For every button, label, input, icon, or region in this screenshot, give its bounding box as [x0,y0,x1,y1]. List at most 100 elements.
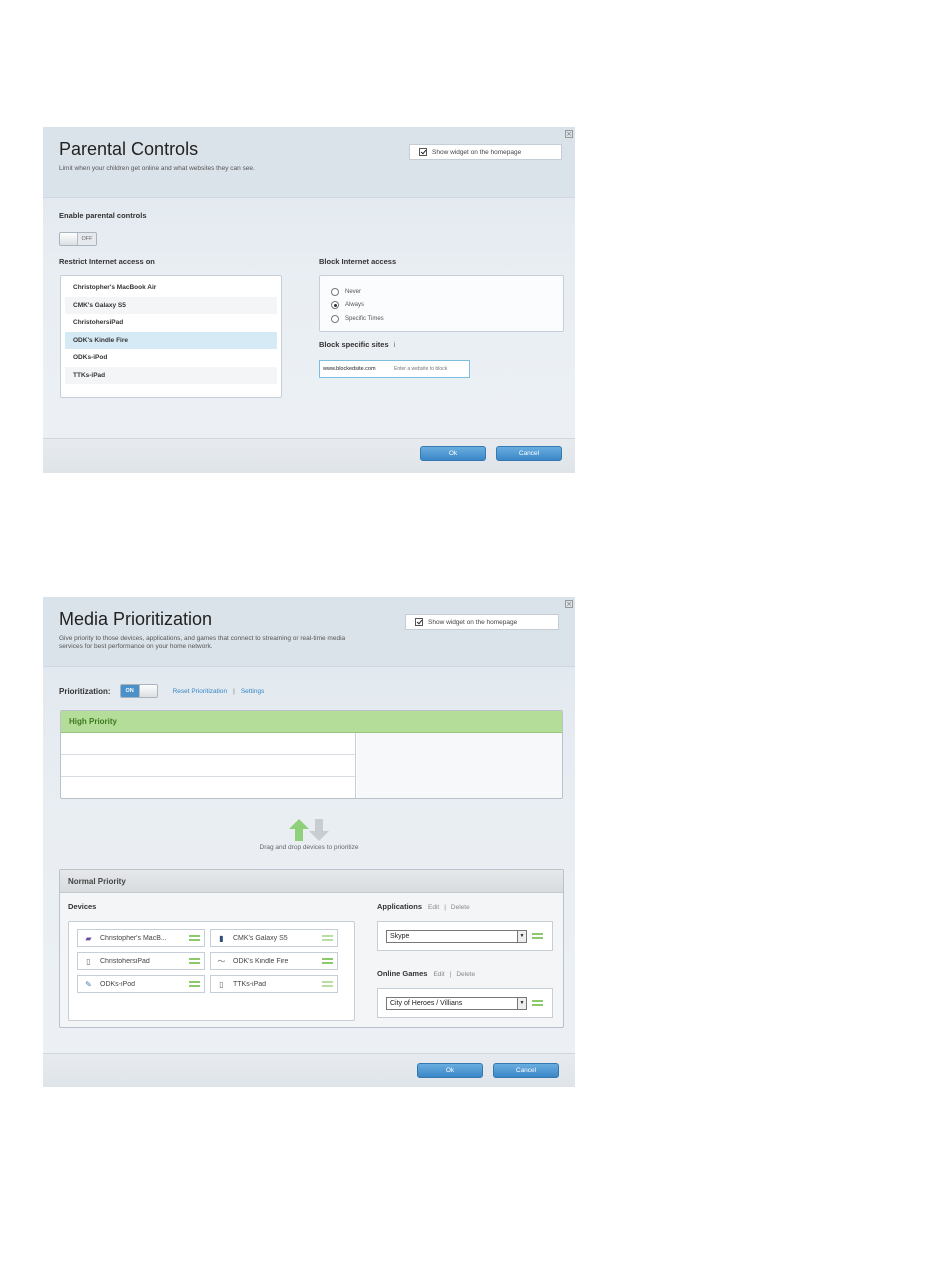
dropdown-arrow-icon[interactable]: ▼ [517,930,526,942]
radio-label: Never [345,288,362,295]
cancel-button[interactable]: Cancel [496,446,562,461]
priority-slot[interactable] [61,777,355,798]
cancel-button[interactable]: Cancel [493,1063,559,1078]
applications-label: Applications [377,902,423,911]
ok-button[interactable]: Ok [417,1063,483,1078]
device-chip[interactable]: 〜 ODK's Kindle Fire [210,952,338,970]
drag-handle-icon[interactable] [532,933,543,939]
device-item[interactable]: ODKs-iPod [65,349,277,367]
radio-label: Always [345,302,365,309]
toggle-knob [138,685,157,697]
drag-handle-icon[interactable] [189,935,200,941]
radio-label: Specific Times [345,315,384,322]
block-internet-access-label: Block Internet access [319,257,397,266]
radio-always[interactable] [331,301,339,310]
radio-option-specific-times[interactable]: Specific Times [331,312,563,326]
close-icon[interactable]: × [565,600,573,608]
device-name: CMK's Galaxy S5 [233,934,288,942]
block-access-options: Never Always Specific Times [319,275,564,332]
show-widget-checkbox[interactable] [419,148,427,156]
show-widget-option[interactable]: Show widget on the homepage [405,614,559,630]
devices-list: ▰ Christopher's MacB... ▮ CMK's Galaxy S… [68,921,355,1021]
high-priority-side-zone[interactable] [357,733,562,798]
toggle-state: OFF [81,236,93,242]
device-name: ODKs-iPod [100,980,136,988]
block-sites-text: Block specific sites [319,340,389,349]
kindle-icon: 〜 [217,956,226,966]
block-specific-sites-label: Block specific sites i [319,340,395,349]
device-item-selected[interactable]: ODK's Kindle Fire [65,331,277,349]
application-value: Skype [390,932,410,940]
link-separator: | [444,904,446,911]
priority-slot[interactable] [61,733,355,755]
drag-handle-icon[interactable] [322,981,333,987]
priority-slot[interactable] [61,755,355,777]
toggle-knob [60,233,78,245]
game-select[interactable]: City of Heroes / Villians ▼ [386,996,527,1010]
device-chip[interactable]: ▰ Christopher's MacB... [77,929,205,947]
drag-handle-icon[interactable] [322,935,333,941]
parental-controls-panel: × Parental Controls Limit when your chil… [43,127,575,473]
device-name: Christopher's MacB... [100,934,167,942]
prioritization-bar: Prioritization: ON Reset Prioritization … [59,684,264,698]
show-widget-label: Show widget on the homepage [432,148,522,156]
high-priority-drop-zone[interactable] [61,733,356,798]
online-games-label: Online Games [377,969,428,978]
radio-option-always[interactable]: Always [331,299,563,313]
panel-header [43,127,575,197]
application-row: Skype ▼ [377,921,553,951]
prioritization-label: Prioritization: [59,686,111,696]
high-priority-box[interactable]: High Priority [60,710,563,799]
page-title: Parental Controls [59,139,199,159]
page-subtitle: Give priority to those devices, applicat… [59,635,345,651]
show-widget-label: Show widget on the homepage [428,618,518,626]
device-item[interactable]: CMK's Galaxy S5 [65,296,277,314]
radio-never[interactable] [331,287,339,296]
link-separator: | [233,687,235,695]
tablet-icon: ▯ [86,956,91,966]
tablet-icon: ▯ [219,979,224,989]
edit-applications-link[interactable]: Edit [428,904,439,911]
info-icon[interactable]: i [394,342,396,349]
device-chip[interactable]: ▮ CMK's Galaxy S5 [210,929,338,947]
reset-prioritization-link[interactable]: Reset Prioritization [173,688,228,695]
subtitle-line: services for best performance on your ho… [59,643,213,650]
close-icon[interactable]: × [565,130,573,138]
device-item[interactable]: Christopher's MacBook Air [65,279,277,297]
drag-handle-icon[interactable] [532,1000,543,1006]
prioritization-toggle[interactable]: ON [119,684,158,698]
delete-applications-link[interactable]: Delete [451,904,470,911]
device-chip[interactable]: ▯ ChristohersiPad [77,952,205,970]
application-select[interactable]: Skype ▼ [386,929,527,943]
media-prioritization-panel: × Media Prioritization Give priority to … [43,597,575,1087]
dropdown-arrow-icon[interactable]: ▼ [517,997,526,1009]
ipod-icon: ✎ [85,979,92,989]
radio-specific-times[interactable] [331,314,339,323]
show-widget-checkbox[interactable] [415,618,423,626]
device-item[interactable]: ChristohersiPad [65,314,277,332]
radio-option-never[interactable]: Never [331,285,563,299]
parental-controls-toggle[interactable]: OFF [59,232,97,246]
arrow-down-icon [309,819,329,841]
devices-label: Devices [68,902,97,911]
edit-games-link[interactable]: Edit [433,971,444,978]
drag-handle-icon[interactable] [189,981,200,987]
game-value: City of Heroes / Villians [390,999,463,1007]
header-divider [43,197,575,198]
drag-handle-icon[interactable] [189,958,200,964]
panel-footer: Ok Cancel [43,438,575,473]
device-item[interactable]: TTKs-iPad [65,366,277,384]
device-chip[interactable]: ✎ ODKs-iPod [77,975,205,993]
show-widget-option[interactable]: Show widget on the homepage [409,144,562,160]
block-site-input[interactable] [394,366,466,372]
block-site-field[interactable]: www.blockedsite.com [319,360,470,378]
settings-link[interactable]: Settings [241,688,265,695]
delete-games-link[interactable]: Delete [456,971,475,978]
drag-handle-icon[interactable] [322,958,333,964]
arrow-up-icon [289,819,309,841]
device-name: ChristohersiPad [100,957,150,965]
header-divider [43,666,575,667]
restrict-access-label: Restrict Internet access on [59,257,155,266]
device-chip[interactable]: ▯ TTKs-iPad [210,975,338,993]
ok-button[interactable]: Ok [420,446,486,461]
